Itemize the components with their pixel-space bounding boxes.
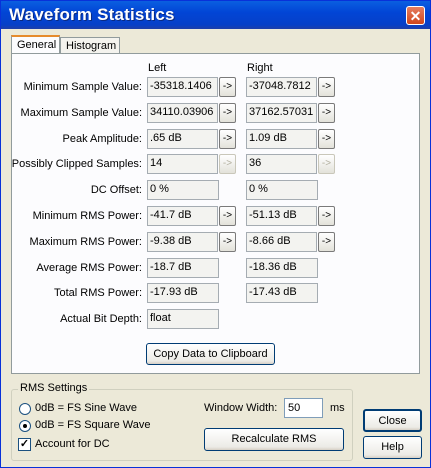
left-goto-arrow-button[interactable]: -> bbox=[219, 232, 236, 252]
stat-label: DC Offset: bbox=[90, 184, 142, 196]
close-window-icon[interactable]: ✕ bbox=[406, 6, 425, 25]
left-goto-arrow-button[interactable]: -> bbox=[219, 103, 236, 123]
window-width-input[interactable] bbox=[284, 398, 323, 418]
stat-label: Total RMS Power: bbox=[53, 287, 142, 299]
square-wave-radio[interactable] bbox=[19, 420, 31, 432]
right-column-header: Right bbox=[247, 62, 273, 74]
stat-label: Actual Bit Depth: bbox=[60, 313, 142, 325]
copy-to-clipboard-button[interactable]: Copy Data to Clipboard bbox=[146, 343, 275, 365]
left-value-field: -9.38 dB bbox=[147, 232, 218, 252]
checkmark-icon: ✓ bbox=[19, 438, 30, 450]
left-value-field: -35318.1406 bbox=[147, 77, 218, 97]
left-value-field: -18.7 dB bbox=[147, 258, 219, 278]
right-goto-arrow-button[interactable]: -> bbox=[318, 206, 335, 226]
tab-general[interactable]: General bbox=[11, 35, 60, 55]
left-value-field: .65 dB bbox=[147, 129, 218, 149]
left-goto-arrow-button[interactable]: -> bbox=[219, 77, 236, 97]
window-width-unit: ms bbox=[330, 402, 345, 414]
right-goto-arrow-button[interactable]: -> bbox=[318, 232, 335, 252]
right-goto-arrow-button[interactable]: -> bbox=[318, 77, 335, 97]
stat-label: Minimum RMS Power: bbox=[32, 210, 142, 222]
stat-label: Maximum Sample Value: bbox=[20, 107, 142, 119]
window-title: Waveform Statistics bbox=[9, 5, 175, 24]
left-goto-arrow-button[interactable]: -> bbox=[219, 206, 236, 226]
right-value-field: -18.36 dB bbox=[246, 258, 318, 278]
left-goto-arrow-button[interactable]: -> bbox=[219, 154, 236, 174]
window-width-label: Window Width: bbox=[204, 402, 278, 414]
stat-label: Peak Amplitude: bbox=[62, 133, 143, 145]
sine-wave-label[interactable]: 0dB = FS Sine Wave bbox=[35, 402, 137, 414]
stat-label: Possibly Clipped Samples: bbox=[11, 158, 142, 170]
right-value-field: -51.13 dB bbox=[246, 206, 317, 226]
right-value-field: 1.09 dB bbox=[246, 129, 317, 149]
account-dc-label[interactable]: Account for DC bbox=[35, 438, 110, 450]
right-value-field: 37162.57031 bbox=[246, 103, 317, 123]
account-dc-checkbox[interactable]: ✓ bbox=[18, 438, 31, 451]
help-button[interactable]: Help bbox=[363, 436, 422, 459]
left-value-field: 0 % bbox=[147, 180, 219, 200]
recalculate-rms-button[interactable]: Recalculate RMS bbox=[204, 428, 344, 451]
left-value-field: -17.93 dB bbox=[147, 283, 219, 303]
left-value-field: 34110.03906 bbox=[147, 103, 218, 123]
left-column-header: Left bbox=[148, 62, 167, 74]
right-goto-arrow-button[interactable]: -> bbox=[318, 129, 335, 149]
title-bar[interactable]: Waveform Statistics ✕ bbox=[1, 1, 430, 29]
square-wave-label[interactable]: 0dB = FS Square Wave bbox=[35, 419, 150, 431]
stat-label: Minimum Sample Value: bbox=[23, 81, 142, 93]
right-value-field: 0 % bbox=[246, 180, 318, 200]
sine-wave-radio[interactable] bbox=[19, 403, 31, 415]
left-goto-arrow-button[interactable]: -> bbox=[219, 129, 236, 149]
left-value-field: 14 bbox=[147, 154, 218, 174]
close-button[interactable]: Close bbox=[363, 409, 422, 432]
stat-label: Maximum RMS Power: bbox=[29, 236, 142, 248]
right-goto-arrow-button[interactable]: -> bbox=[318, 103, 335, 123]
right-value-field: 36 bbox=[246, 154, 317, 174]
right-goto-arrow-button[interactable]: -> bbox=[318, 154, 335, 174]
right-value-field: -37048.7812 bbox=[246, 77, 317, 97]
stat-label: Average RMS Power: bbox=[36, 262, 142, 274]
right-value-field: -17.43 dB bbox=[246, 283, 318, 303]
rms-settings-title: RMS Settings bbox=[18, 382, 90, 394]
left-value-field: float bbox=[147, 309, 219, 329]
left-value-field: -41.7 dB bbox=[147, 206, 218, 226]
right-value-field: -8.66 dB bbox=[246, 232, 317, 252]
waveform-statistics-dialog: Waveform Statistics ✕ General Histogram … bbox=[0, 0, 431, 468]
